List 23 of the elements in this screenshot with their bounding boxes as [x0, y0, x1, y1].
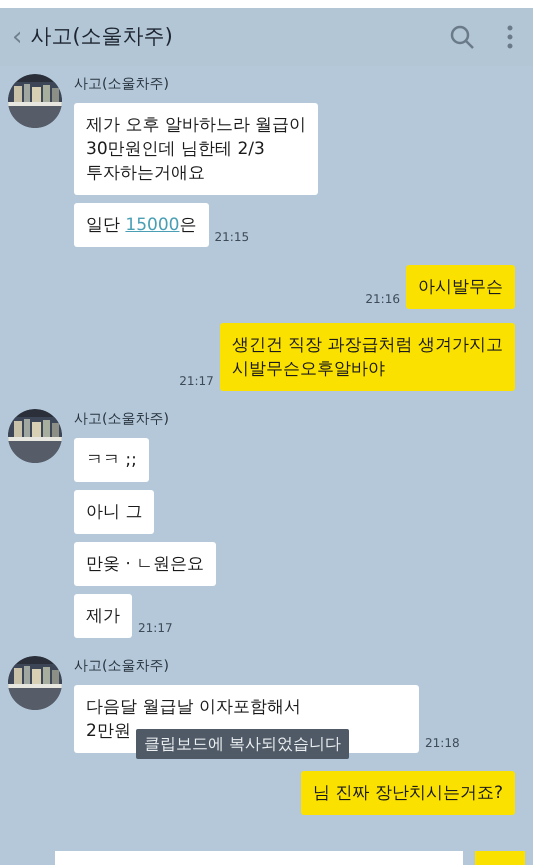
- message-bubble: 아니 그: [74, 490, 154, 534]
- message-bubble: 일단 15000은: [74, 203, 208, 247]
- more-icon[interactable]: [507, 25, 513, 49]
- message-bubble: 만옺 · ㄴ원은요: [74, 542, 216, 586]
- message-time: 21:18: [425, 735, 460, 752]
- message-bubble: 제가: [74, 594, 132, 638]
- search-icon[interactable]: [449, 24, 475, 50]
- input-field[interactable]: [55, 851, 463, 865]
- message-bubble: 제가 오후 알바하느라 월급이 30만원인데 님한테 2/3 투자하는거애요: [74, 103, 318, 195]
- message-bubble: 님 진짜 장난치시는거죠?: [301, 771, 515, 815]
- sender-name: 사고(소울차주): [74, 657, 170, 676]
- back-button[interactable]: ‹: [8, 18, 26, 56]
- message-bubble: 아시발무슨: [406, 265, 515, 309]
- sender-name: 사고(소울차주): [74, 75, 170, 94]
- message-bubble: 생긴건 직장 과장급처럼 생겨가지고 시발무슨오후알바야: [220, 323, 515, 391]
- message-time: 21:15: [214, 229, 250, 246]
- number-link[interactable]: 15000: [125, 215, 180, 235]
- message-time: 21:16: [365, 291, 400, 308]
- sender-name: 사고(소울차주): [74, 410, 170, 429]
- message-time: 21:17: [179, 373, 214, 390]
- message-time: 21:17: [138, 620, 173, 637]
- message-bubble: ㅋㅋ ;;: [74, 438, 149, 482]
- chat-title: 사고(소울차주): [30, 23, 173, 50]
